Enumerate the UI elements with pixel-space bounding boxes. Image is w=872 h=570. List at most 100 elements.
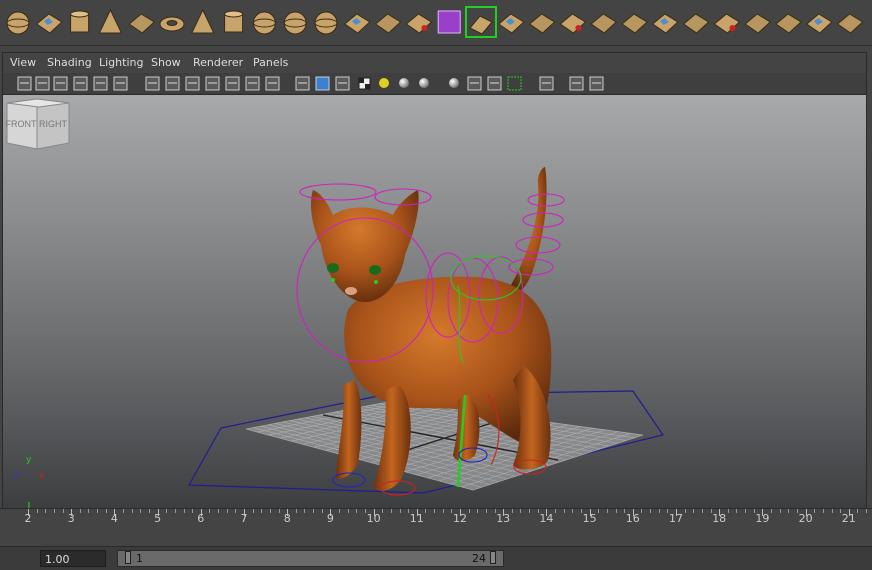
panel-toolbar-icons xyxy=(17,76,604,91)
menu-lighting[interactable]: Lighting xyxy=(99,56,143,69)
crease-icon[interactable] xyxy=(836,13,864,34)
depth-of-field-icon[interactable] xyxy=(487,76,502,91)
range-end-handle[interactable] xyxy=(490,551,496,564)
timeline-minor-tick xyxy=(174,509,176,513)
smooth-proxy-icon[interactable] xyxy=(405,13,433,34)
timeline-minor-tick xyxy=(434,509,436,513)
cone-icon[interactable] xyxy=(98,8,123,34)
select-tool-icon[interactable] xyxy=(465,6,497,38)
smooth-shade-icon[interactable] xyxy=(315,76,330,91)
split-vertex-icon[interactable] xyxy=(805,13,833,34)
start-time-field[interactable]: 1.00 xyxy=(40,550,106,567)
plane-icon[interactable] xyxy=(128,13,156,34)
torus-icon[interactable] xyxy=(159,16,185,32)
timeline-tick-label: 7 xyxy=(240,512,248,525)
safe-title-icon[interactable] xyxy=(265,76,280,91)
gate-mask-icon[interactable] xyxy=(205,76,220,91)
motion-blur-icon[interactable] xyxy=(449,78,459,88)
view-cube[interactable]: FRONT RIGHT xyxy=(3,95,73,155)
view-cube-front[interactable]: FRONT xyxy=(6,119,37,129)
cylinder-icon[interactable] xyxy=(70,10,90,33)
wireframe-icon[interactable] xyxy=(295,76,310,91)
timeline-minor-tick xyxy=(356,509,358,513)
timeline-tick-label: 10 xyxy=(366,512,381,525)
resolution-gate-icon[interactable] xyxy=(185,76,200,91)
chamfer-icon[interactable] xyxy=(775,13,802,34)
grid-icon[interactable] xyxy=(145,76,160,91)
menu-view[interactable]: View xyxy=(10,56,36,69)
append-polygon-icon[interactable] xyxy=(559,13,587,34)
time-slider[interactable]: 2 3 4 5 6 7 8 9 10 11 12 13 14 15 16 17 18 19 20 21 xyxy=(0,508,872,547)
wireframe-on-shaded-icon[interactable] xyxy=(335,76,350,91)
range-slider-bar: 1.00 1 24 xyxy=(0,546,872,570)
timeline-minor-tick xyxy=(209,509,211,513)
extrude-icon[interactable] xyxy=(497,13,525,34)
pipe-icon[interactable] xyxy=(224,10,244,33)
field-chart-icon[interactable] xyxy=(225,76,240,91)
timeline-tick-label: 9 xyxy=(326,512,334,525)
merge-icon[interactable] xyxy=(682,13,710,34)
split-polygon-icon[interactable] xyxy=(590,13,618,34)
textured-icon[interactable] xyxy=(358,77,371,90)
timeline-minor-tick xyxy=(45,509,47,513)
extract-icon[interactable] xyxy=(343,13,371,34)
timeline-minor-tick xyxy=(563,509,565,513)
xray-icon[interactable] xyxy=(539,76,554,91)
smooth-icon[interactable] xyxy=(374,13,402,34)
timeline-minor-tick xyxy=(606,509,608,513)
safe-action-icon[interactable] xyxy=(245,76,260,91)
timeline-minor-tick xyxy=(555,509,557,513)
sphere-icon[interactable] xyxy=(6,11,30,35)
timeline-minor-tick xyxy=(36,509,38,513)
isolate-select-icon[interactable] xyxy=(507,76,522,91)
2d-pan-zoom-icon[interactable] xyxy=(93,76,108,91)
playback-range-slider[interactable] xyxy=(117,550,504,567)
cube-icon[interactable] xyxy=(35,13,63,34)
timeline-minor-tick xyxy=(684,509,686,513)
menu-show[interactable]: Show xyxy=(151,56,181,69)
poke-icon[interactable] xyxy=(713,13,741,34)
xray-components-icon[interactable] xyxy=(589,76,604,91)
ambient-occlusion-icon[interactable] xyxy=(419,78,429,88)
combine-icon[interactable] xyxy=(283,11,307,35)
timeline-minor-tick xyxy=(192,509,194,513)
timeline-minor-tick xyxy=(226,509,228,513)
timeline-minor-tick xyxy=(79,509,81,513)
soccer-ball-icon[interactable] xyxy=(252,11,276,35)
cube-display-icon[interactable] xyxy=(437,10,461,34)
view-cube-right[interactable]: RIGHT xyxy=(39,119,68,129)
grease-pencil-icon[interactable] xyxy=(113,76,128,91)
timeline-tick-label: 3 xyxy=(67,512,75,525)
menu-renderer[interactable]: Renderer xyxy=(193,56,243,69)
prism-icon[interactable] xyxy=(191,8,215,34)
timeline-minor-tick xyxy=(62,509,64,513)
bridge-icon[interactable] xyxy=(528,13,556,34)
wedge-icon[interactable] xyxy=(744,13,772,34)
insert-edge-loop-icon[interactable] xyxy=(621,13,648,34)
camera-attributes-icon[interactable] xyxy=(35,76,50,91)
menu-panels[interactable]: Panels xyxy=(253,56,288,69)
timeline-minor-tick xyxy=(814,509,816,513)
timeline-tick-label: 13 xyxy=(496,512,511,525)
timeline-minor-tick xyxy=(857,509,859,513)
menu-shading[interactable]: Shading xyxy=(47,56,92,69)
xray-joints-icon[interactable] xyxy=(569,76,584,91)
shadows-icon[interactable] xyxy=(399,78,409,88)
select-camera-icon[interactable] xyxy=(17,76,32,91)
timeline-tick-label: 12 xyxy=(453,512,467,525)
timeline-tick-label: 15 xyxy=(582,512,597,525)
use-all-lights-icon[interactable] xyxy=(379,78,389,88)
separate-icon[interactable] xyxy=(314,11,338,35)
timeline-tick-label: 2 xyxy=(24,512,32,525)
film-gate-icon[interactable] xyxy=(165,76,180,91)
anti-aliasing-icon[interactable] xyxy=(467,76,482,91)
timeline-minor-tick xyxy=(831,509,833,513)
range-start-handle[interactable] xyxy=(125,551,131,564)
perspective-viewport[interactable]: y x z FRONT RIGHT persp xyxy=(3,95,866,508)
offset-loop-icon[interactable] xyxy=(651,13,679,34)
image-plane-icon[interactable] xyxy=(73,76,88,91)
timeline-minor-tick xyxy=(442,509,444,513)
timeline-minor-tick xyxy=(736,509,738,513)
timeline-minor-tick xyxy=(88,509,90,513)
bookmarks-icon[interactable] xyxy=(53,76,68,91)
